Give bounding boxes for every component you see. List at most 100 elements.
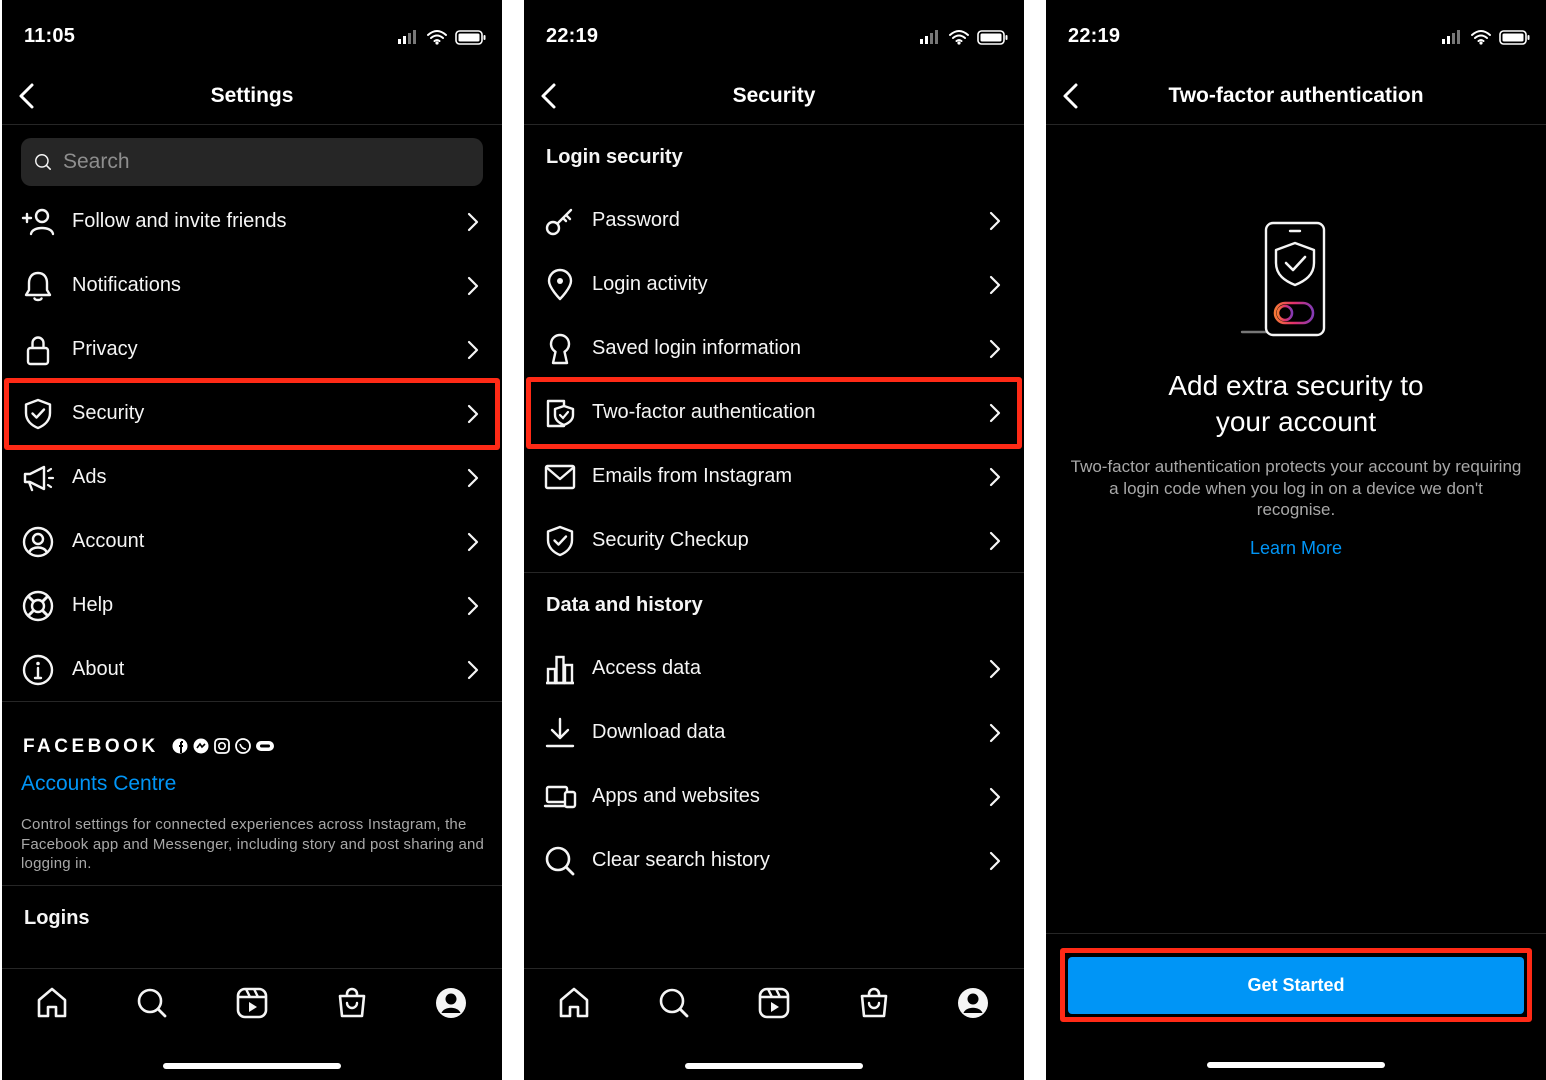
divider <box>2 885 502 886</box>
megaphone-icon <box>23 465 55 492</box>
devices-icon <box>543 785 577 809</box>
settings-item-follow[interactable]: Follow and invite friends <box>2 190 502 254</box>
shop-icon[interactable] <box>334 985 370 1021</box>
nav-bar: Security <box>524 70 1024 125</box>
profile-icon[interactable] <box>433 985 469 1021</box>
download-icon <box>545 717 575 748</box>
divider <box>2 701 502 702</box>
chevron-right-icon <box>466 596 480 616</box>
facebook-brand: FACEBOOK <box>23 736 159 757</box>
profile-icon[interactable] <box>955 985 991 1021</box>
home-icon[interactable] <box>34 985 70 1021</box>
security-item-label: Download data <box>592 721 726 743</box>
highlight-box <box>526 377 1022 449</box>
security-item-download-data[interactable]: Download data <box>524 701 1024 765</box>
tfa-heading: Add extra security to your account <box>1168 370 1424 437</box>
chevron-right-icon <box>466 276 480 296</box>
nav-bar: Two-factor authentication <box>1046 70 1546 125</box>
search-bar[interactable] <box>21 138 483 186</box>
settings-item-label: Privacy <box>72 338 138 360</box>
location-pin-icon <box>547 268 573 301</box>
search-icon <box>33 152 53 172</box>
add-person-icon <box>21 208 55 236</box>
settings-item-account[interactable]: Account <box>2 510 502 574</box>
status-icons <box>398 28 488 46</box>
reels-icon[interactable] <box>756 985 792 1021</box>
security-item-apps-websites[interactable]: Apps and websites <box>524 765 1024 829</box>
bell-icon <box>24 271 52 302</box>
search-icon <box>542 843 578 879</box>
settings-item-help[interactable]: Help <box>2 574 502 638</box>
accounts-centre-description: Control settings for connected experienc… <box>21 816 485 872</box>
nav-bar: Settings <box>2 70 502 125</box>
settings-item-label: Notifications <box>72 274 181 296</box>
chevron-right-icon <box>466 212 480 232</box>
settings-item-label: About <box>72 658 125 680</box>
home-indicator <box>1207 1062 1385 1068</box>
security-item-label: Saved login information <box>592 337 802 359</box>
lifebuoy-icon <box>22 590 54 622</box>
divider <box>524 572 1024 573</box>
security-item-checkup[interactable]: Security Checkup <box>524 509 1024 573</box>
chevron-right-icon <box>466 468 480 488</box>
settings-item-about[interactable]: About <box>2 638 502 702</box>
chevron-right-icon <box>988 211 1002 231</box>
bar-chart-icon <box>546 655 574 685</box>
chevron-right-icon <box>988 467 1002 487</box>
home-indicator <box>163 1063 341 1069</box>
envelope-icon <box>544 464 576 490</box>
search-icon[interactable] <box>656 985 692 1021</box>
login-security-heading: Login security <box>546 146 683 168</box>
chevron-right-icon <box>988 531 1002 551</box>
lock-icon <box>26 336 50 366</box>
status-bar: 22:19 <box>524 0 1024 70</box>
security-item-label: Password <box>592 209 680 231</box>
settings-item-label: Follow and invite friends <box>72 210 287 232</box>
two-factor-screen: 22:19 Two-factor authentication Add extr… <box>1046 0 1546 1080</box>
security-item-login-activity[interactable]: Login activity <box>524 253 1024 317</box>
security-item-label: Emails from Instagram <box>592 465 793 487</box>
tab-bar <box>524 968 1024 1080</box>
shop-icon[interactable] <box>856 985 892 1021</box>
page-title: Security <box>732 84 816 107</box>
chevron-right-icon <box>466 340 480 360</box>
security-item-label: Apps and websites <box>592 785 760 807</box>
search-icon[interactable] <box>134 985 170 1021</box>
chevron-right-icon <box>988 787 1002 807</box>
chevron-right-icon <box>988 851 1002 871</box>
home-icon[interactable] <box>556 985 592 1021</box>
settings-item-ads[interactable]: Ads <box>2 446 502 510</box>
settings-screen: 11:05 Settings Follow and invite friends… <box>2 0 502 1080</box>
phone-shield-illustration-icon <box>1240 221 1326 337</box>
chevron-right-icon <box>466 532 480 552</box>
keyhole-icon <box>549 333 571 365</box>
security-item-label: Clear search history <box>592 849 770 871</box>
status-time: 22:19 <box>1068 25 1121 47</box>
search-input[interactable] <box>63 138 463 186</box>
security-item-clear-search[interactable]: Clear search history <box>524 829 1024 893</box>
security-item-password[interactable]: Password <box>524 189 1024 253</box>
settings-item-notifications[interactable]: Notifications <box>2 254 502 318</box>
learn-more-link[interactable]: Learn More <box>1046 538 1546 559</box>
security-screen: 22:19 Security Login security Password L… <box>524 0 1024 1080</box>
settings-item-label: Help <box>72 594 114 616</box>
security-item-access-data[interactable]: Access data <box>524 637 1024 701</box>
status-time: 22:19 <box>546 25 599 47</box>
chevron-right-icon <box>988 659 1002 679</box>
page-title: Two-factor authentication <box>1168 84 1424 107</box>
accounts-centre-link[interactable]: Accounts Centre <box>21 772 176 796</box>
page-title: Settings <box>210 84 294 107</box>
settings-item-label: Account <box>72 530 145 552</box>
security-item-emails[interactable]: Emails from Instagram <box>524 445 1024 509</box>
security-item-label: Security Checkup <box>592 529 749 551</box>
security-item-label: Login activity <box>592 273 708 295</box>
logins-heading: Logins <box>24 907 90 929</box>
facebook-apps-icon <box>172 738 274 754</box>
settings-item-label: Ads <box>72 466 107 488</box>
security-item-saved-login[interactable]: Saved login information <box>524 317 1024 381</box>
status-bar: 22:19 <box>1046 0 1546 70</box>
reels-icon[interactable] <box>234 985 270 1021</box>
settings-item-privacy[interactable]: Privacy <box>2 318 502 382</box>
shield-check-icon <box>542 523 578 559</box>
tfa-description: Two-factor authentication protects your … <box>1070 457 1522 519</box>
